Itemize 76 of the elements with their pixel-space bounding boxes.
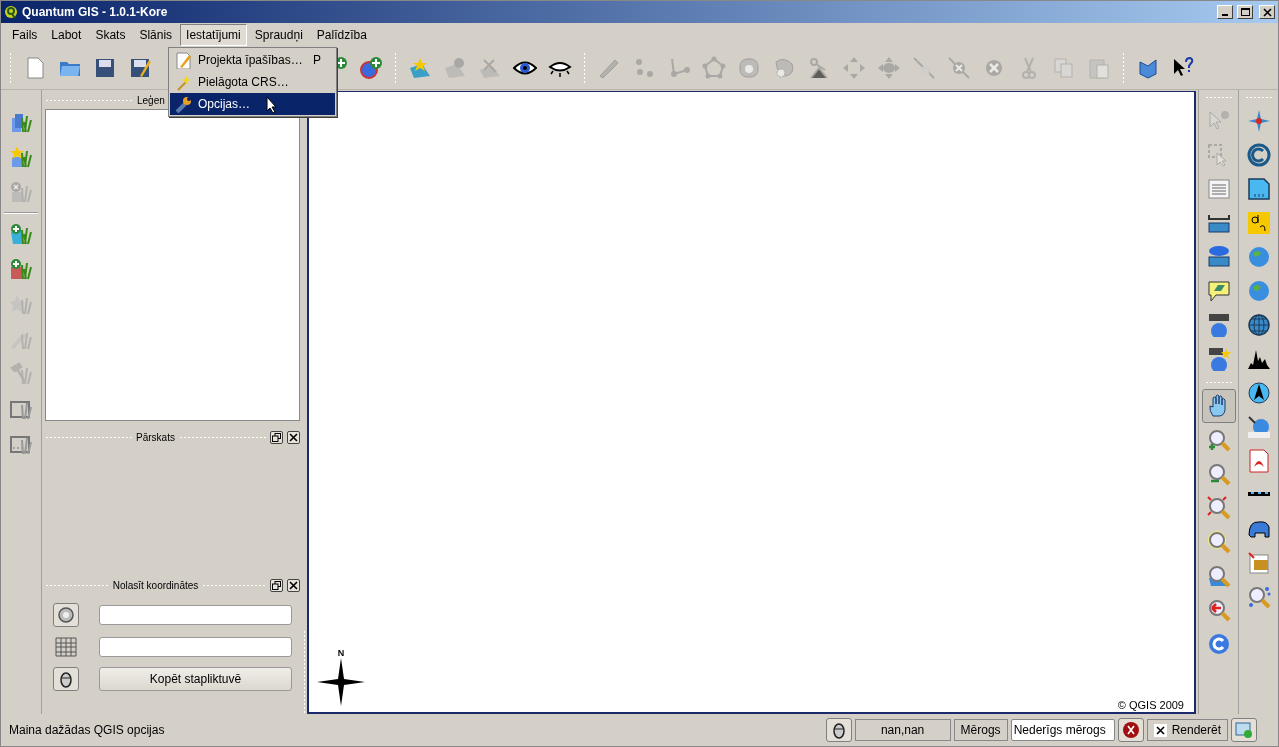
menu-item[interactable]: Fails: [6, 24, 44, 46]
maximize-button[interactable]: [1237, 5, 1253, 19]
area-ruler-icon[interactable]: [1206, 245, 1231, 269]
panel-title: Leģen: [137, 94, 165, 106]
mouse-icon: [58, 670, 74, 688]
crosshair-button[interactable]: [53, 603, 79, 627]
projection-button[interactable]: [1231, 718, 1257, 742]
mouse-icon: [830, 721, 847, 739]
coordinate-field[interactable]: [99, 605, 292, 625]
wrench-icon: [174, 95, 192, 113]
copyright-label: © QGIS 2009: [1117, 699, 1184, 711]
float-button[interactable]: [270, 578, 283, 592]
app-logo-icon: [4, 5, 18, 19]
menu-option[interactable]: Opcijas…: [170, 93, 335, 115]
map-star-icon[interactable]: [408, 56, 432, 80]
file-icon[interactable]: [1246, 177, 1271, 201]
coordinate-field[interactable]: [99, 637, 292, 657]
scale-label: Mērogs: [953, 719, 1008, 741]
maximize-icon: [1240, 8, 1250, 16]
menu-item[interactable]: Iestatījumi: [180, 24, 247, 46]
coordinates-display: nan,nan: [854, 719, 951, 741]
refresh-icon[interactable]: [1206, 632, 1231, 656]
float-button[interactable]: [270, 430, 283, 444]
map-canvas[interactable]: N © QGIS 2009: [307, 91, 1196, 714]
speech-bubble-icon[interactable]: [1206, 279, 1231, 303]
table-icon[interactable]: [1206, 177, 1231, 201]
stop-icon: [1121, 721, 1140, 739]
menu-item[interactable]: Labot: [45, 24, 88, 46]
new-vector-layer-icon[interactable]: [9, 145, 33, 169]
zoom-out-icon[interactable]: [1206, 462, 1231, 486]
pdf-icon[interactable]: [1246, 449, 1271, 473]
delete-node-icon[interactable]: [947, 56, 971, 80]
floppy-pencil-icon[interactable]: [128, 56, 152, 80]
mouse-button[interactable]: [53, 667, 79, 691]
window-title: Quantum GIS - 1.0.1-Kore: [22, 5, 169, 19]
menu-item[interactable]: Palīdzība: [310, 24, 373, 46]
status-message: Maina dažādas QGIS opcijas: [9, 723, 166, 737]
minimize-button[interactable]: [1217, 5, 1233, 19]
grid-icon: [55, 637, 77, 657]
zoom-in-icon[interactable]: [1206, 428, 1231, 452]
zoom-dots-icon[interactable]: [1246, 585, 1271, 609]
copy-button[interactable]: Kopēt stapliktuvē: [99, 667, 292, 691]
book-icon[interactable]: [1136, 56, 1160, 80]
close-button[interactable]: [287, 578, 300, 592]
zoom-full-icon[interactable]: [1206, 496, 1231, 520]
zoom-layer-icon[interactable]: [1206, 564, 1231, 588]
globe-grid-icon[interactable]: [1246, 313, 1271, 337]
stop-render-button[interactable]: [1117, 718, 1144, 742]
scale-field[interactable]: Nederīgs mērogs: [1010, 719, 1115, 741]
menu-item[interactable]: Spraudņi: [248, 24, 309, 46]
polygon-nodes-icon[interactable]: [702, 56, 726, 80]
render-checkbox[interactable]: [1153, 723, 1167, 737]
shortcut-label: P: [313, 53, 321, 67]
mouse-cursor-icon: [266, 96, 278, 114]
globe-icon[interactable]: [1246, 245, 1271, 269]
menu-item[interactable]: Skats: [89, 24, 132, 46]
mouse-button[interactable]: [825, 718, 852, 742]
panel-title: Pārskats: [136, 431, 175, 443]
menu-item[interactable]: Slānis: [133, 24, 179, 46]
add-raster-layer-icon[interactable]: [9, 222, 33, 246]
globe-plus-icon[interactable]: [359, 56, 383, 80]
close-button[interactable]: [287, 430, 300, 444]
projection-icon: [1235, 721, 1253, 739]
crosshair-icon: [57, 606, 75, 624]
zoom-selection-icon[interactable]: [1206, 530, 1231, 554]
copyright-icon[interactable]: [1246, 143, 1271, 167]
north-label: N: [337, 648, 345, 658]
menu-option[interactable]: Pielāgota CRS…: [170, 71, 335, 93]
panel-title: Nolasīt koordinātes: [112, 579, 199, 591]
render-label: Renderēt: [1171, 723, 1221, 737]
zoom-last-icon[interactable]: [1206, 598, 1231, 622]
add-database-layer-icon[interactable]: [9, 257, 33, 281]
menu-option[interactable]: Projekta īpašības… P: [170, 49, 335, 71]
document-pencil-icon: [174, 51, 192, 69]
globe-icon[interactable]: [1246, 279, 1271, 303]
floppy-icon[interactable]: [93, 56, 117, 80]
